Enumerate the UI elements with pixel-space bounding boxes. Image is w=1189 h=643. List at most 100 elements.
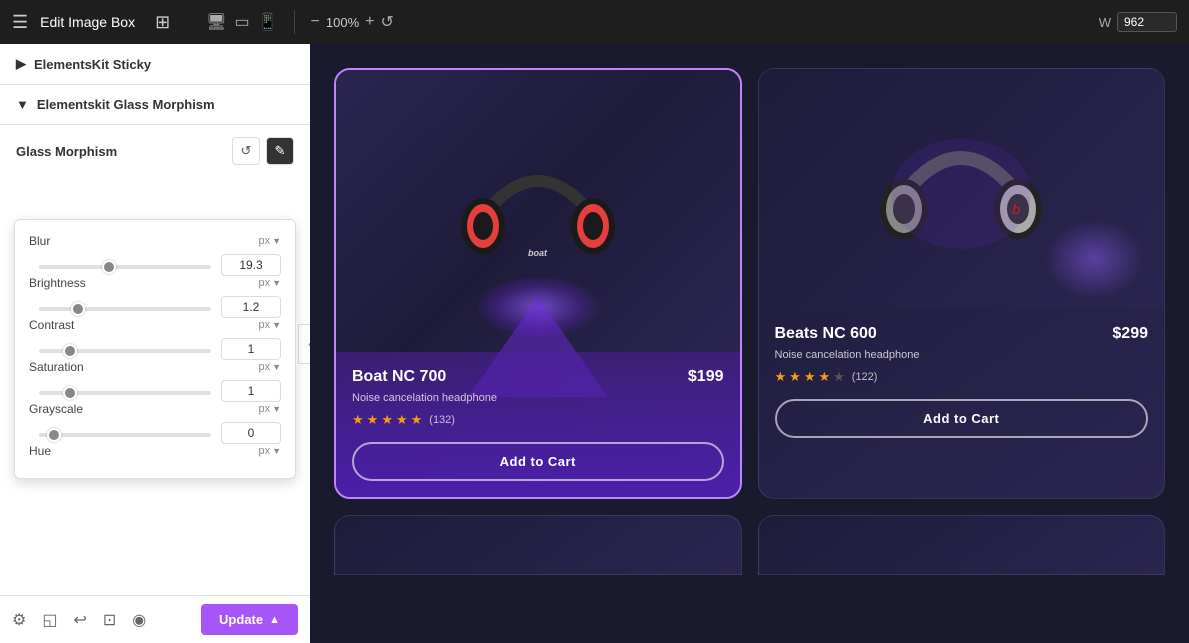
product-card-beats[interactable]: b Beats NC 600 $299 Noise cancelation he… [758,68,1166,499]
blur-unit-chevron: ▼ [272,236,281,246]
blur-input[interactable] [221,254,281,276]
boat-stars: ★ ★ ★ ★ ★ (132) [352,412,724,428]
reset-button[interactable]: ↺ [232,137,260,165]
grayscale-unit-chevron: ▼ [272,404,281,414]
beats-glow-effect [1044,219,1144,299]
desktop-icon[interactable]: 🖥 [206,12,226,32]
topbar-title: Edit Image Box [40,14,135,30]
brightness-row: Brightness px ▼ [29,276,281,318]
hue-label-row: Hue px ▼ [29,444,281,458]
zoom-out-icon[interactable]: − [311,13,320,31]
saturation-slider-wrap [39,382,211,400]
edit-button[interactable]: ✎ [266,137,294,165]
boat-reviews: (132) [429,414,455,426]
grayscale-slider-wrap [39,424,211,442]
layers-icon[interactable]: ◱ [42,610,57,630]
grayscale-input[interactable] [221,422,281,444]
boat-product-price: $199 [688,368,724,386]
beats-star-3: ★ [804,369,816,385]
beats-star-5-empty: ★ [833,369,845,385]
saturation-label-row: Saturation px ▼ [29,360,281,374]
beats-headphone-image: b [876,104,1046,274]
saturation-slider[interactable] [39,391,211,395]
brightness-slider[interactable] [39,307,211,311]
update-chevron-icon: ▲ [269,614,280,626]
topbar-center: 🖥 ▭ 📱 − 100% + ↺ [206,10,394,34]
blur-unit: px ▼ [258,235,281,247]
saturation-input[interactable] [221,380,281,402]
template-icon[interactable]: ⊡ [103,610,116,630]
beats-product-name: Beats NC 600 [775,325,877,343]
grayscale-slider[interactable] [39,433,211,437]
beats-image-area: b [759,69,1165,309]
width-input[interactable] [1117,12,1177,32]
glass-morphism-actions: ↺ ✎ [232,137,294,165]
glass-morphism-section-label: Elementskit Glass Morphism [37,97,215,112]
blur-label-row: Blur px ▼ [29,234,281,248]
apps-grid-icon[interactable]: ⊞ [155,12,170,33]
blur-control-row [29,254,281,276]
boat-product-name: Boat NC 700 [352,368,446,386]
zoom-in-icon[interactable]: + [365,13,374,31]
glass-morphism-section-header[interactable]: ▼ Elementskit Glass Morphism [16,97,294,112]
filter-panel: Blur px ▼ Brightness [14,219,296,479]
saturation-row: Saturation px ▼ [29,360,281,402]
boat-headphone-image: boat [453,126,623,296]
svg-text:boat: boat [528,248,548,258]
hue-label: Hue [29,444,109,458]
boat-star-2: ★ [367,412,379,428]
blur-label: Blur [29,234,109,248]
mobile-icon[interactable]: 📱 [258,12,278,32]
brightness-control-row [29,296,281,318]
hamburger-icon[interactable]: ☰ [12,12,28,33]
beats-reviews: (122) [852,371,878,383]
update-button[interactable]: Update ▲ [201,604,298,635]
refresh-icon[interactable]: ↺ [380,12,393,32]
beats-product-price: $299 [1112,325,1148,343]
contrast-slider-wrap [39,340,211,358]
beats-star-2: ★ [789,369,801,385]
contrast-unit: px ▼ [258,319,281,331]
saturation-unit: px ▼ [258,361,281,373]
bottom-toolbar: ⚙ ◱ ↩ ⊡ ◉ Update ▲ [0,595,310,643]
sticky-arrow-icon: ▶ [16,56,26,72]
brightness-input[interactable] [221,296,281,318]
beats-add-to-cart-button[interactable]: Add to Cart [775,399,1149,438]
hue-row: Hue px ▼ [29,444,281,458]
beats-product-desc: Noise cancelation headphone [775,349,1149,361]
boat-star-5: ★ [411,412,423,428]
glass-morphism-header: Glass Morphism ↺ ✎ [16,137,294,165]
bottom-partial-left [334,515,742,575]
glass-morphism-label: Glass Morphism [16,144,117,159]
collapse-handle[interactable]: ‹ [298,324,310,364]
boat-top-row: Boat NC 700 $199 [352,368,724,386]
contrast-input[interactable] [221,338,281,360]
zoom-controls: − 100% + ↺ [311,12,394,32]
history-icon[interactable]: ↩ [73,610,86,630]
tablet-icon[interactable]: ▭ [234,12,249,32]
beats-top-row: Beats NC 600 $299 [775,325,1149,343]
saturation-label: Saturation [29,360,109,374]
grayscale-row: Grayscale px ▼ [29,402,281,444]
topbar-right: W [1099,12,1177,32]
brightness-unit-chevron: ▼ [272,278,281,288]
brightness-label-row: Brightness px ▼ [29,276,281,290]
hue-unit-chevron: ▼ [272,446,281,456]
preview-icon[interactable]: ◉ [132,610,146,630]
settings-icon[interactable]: ⚙ [12,610,26,630]
topbar: ☰ Edit Image Box ⊞ 🖥 ▭ 📱 − 100% + ↺ W [0,0,1189,44]
glass-arrow-icon: ▼ [16,97,29,112]
brightness-label: Brightness [29,276,109,290]
hue-unit: px ▼ [258,445,281,457]
beats-star-4: ★ [818,369,830,385]
boat-add-to-cart-button[interactable]: Add to Cart [352,442,724,481]
zoom-level: 100% [326,15,359,30]
sticky-section-header[interactable]: ▶ ElementsKit Sticky [16,56,294,72]
blur-slider[interactable] [39,265,211,269]
saturation-control-row [29,380,281,402]
sticky-section-label: ElementsKit Sticky [34,57,151,72]
boat-product-desc: Noise cancelation headphone [352,392,724,404]
contrast-slider[interactable] [39,349,211,353]
contrast-control-row [29,338,281,360]
product-card-boat[interactable]: boat Boat NC 700 $199 Noise cancelation … [334,68,742,499]
